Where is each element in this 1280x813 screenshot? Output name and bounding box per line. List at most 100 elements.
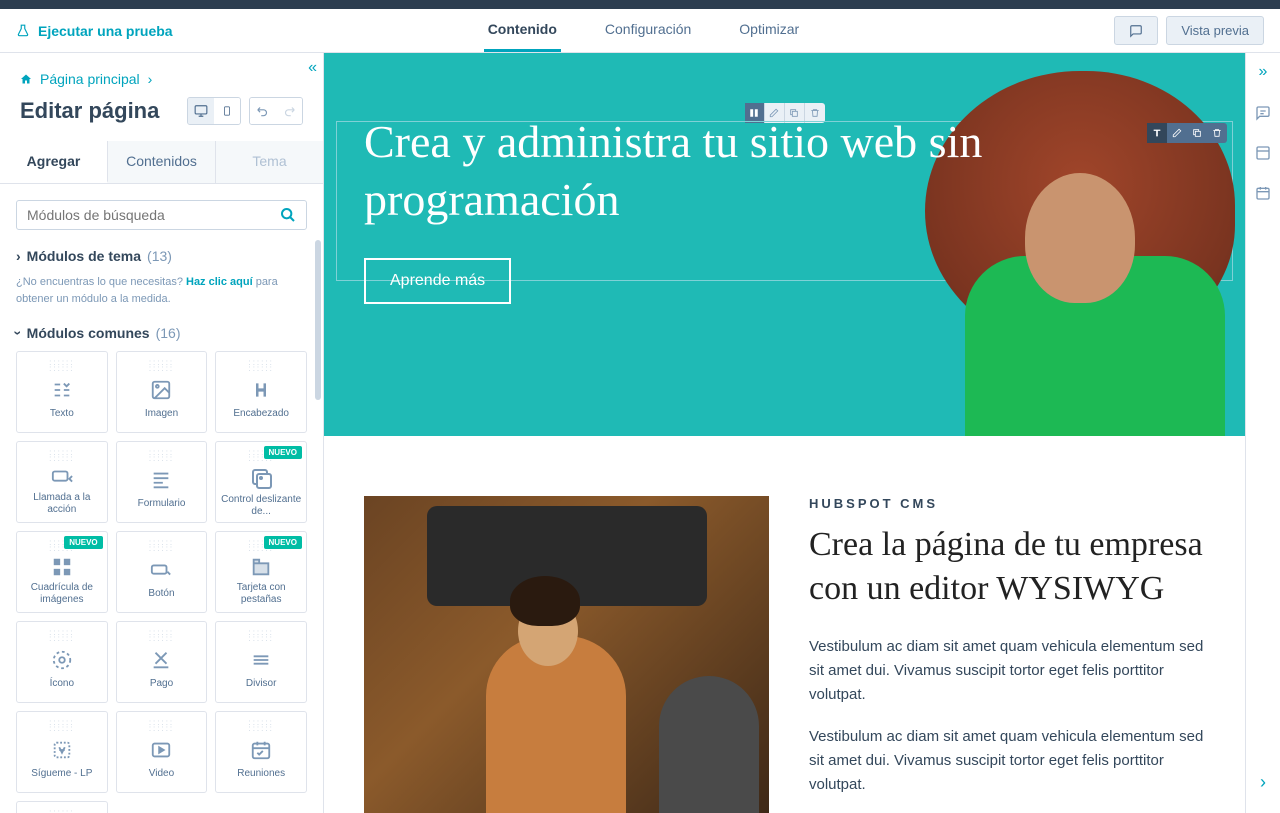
eyebrow: HUBSPOT CMS xyxy=(809,496,1205,511)
desktop-view-button[interactable] xyxy=(188,98,214,124)
run-test-link[interactable]: Ejecutar una prueba xyxy=(16,23,173,39)
new-badge: NUEVO xyxy=(264,536,302,549)
module-label: Texto xyxy=(50,408,74,420)
tab-contenido[interactable]: Contenido xyxy=(484,9,561,52)
module-card[interactable]: :::::::::::: Sígueme - LP xyxy=(16,711,108,793)
theme-modules-label: Módulos de tema xyxy=(27,248,141,264)
run-test-label: Ejecutar una prueba xyxy=(38,23,173,39)
module-icon xyxy=(48,646,76,674)
module-icon xyxy=(147,736,175,764)
drag-handle-icon: :::::::::::: xyxy=(248,630,273,642)
comment-icon[interactable] xyxy=(1255,105,1271,121)
redo-button[interactable] xyxy=(276,98,302,124)
module-label: Cuadrícula de imágenes xyxy=(21,582,103,606)
module-card[interactable]: :::::::::::: Divisor xyxy=(215,621,307,703)
tab-configuracion[interactable]: Configuración xyxy=(601,9,695,52)
hero-title[interactable]: Crea y administra tu sitio web sin progr… xyxy=(364,113,1004,228)
tab-agregar[interactable]: Agregar xyxy=(0,141,108,183)
module-icon xyxy=(147,466,175,494)
breadcrumb[interactable]: Página principal › xyxy=(0,53,323,87)
module-label: Tarjeta con pestañas xyxy=(220,582,302,606)
theme-modules-header[interactable]: › Módulos de tema (13) xyxy=(16,248,307,264)
tab-contenidos[interactable]: Contenidos xyxy=(108,141,216,183)
module-label: Imagen xyxy=(145,408,178,420)
preview-button[interactable]: Vista previa xyxy=(1166,16,1264,45)
module-card[interactable]: :::::::::::: Imagen xyxy=(116,351,208,433)
device-toggle xyxy=(187,97,241,125)
module-icon xyxy=(247,646,275,674)
module-icon xyxy=(48,376,76,404)
chevron-right-icon: › xyxy=(148,71,153,87)
header: Ejecutar una prueba Contenido Configurac… xyxy=(0,9,1280,53)
module-card[interactable]: :::::::::::: xyxy=(16,801,108,813)
sidebar: « Página principal › Editar página Agreg… xyxy=(0,53,324,813)
module-card[interactable]: :::::::::::: Texto xyxy=(16,351,108,433)
helper-text: ¿No encuentras lo que necesitas? Haz cli… xyxy=(16,274,307,307)
chat-icon xyxy=(1129,24,1143,38)
drag-handle-icon: :::::::::::: xyxy=(149,630,174,642)
common-modules-header[interactable]: › Módulos comunes (16) xyxy=(16,325,307,341)
module-label: Formulario xyxy=(138,498,186,510)
module-card[interactable]: :::::::::::: Botón xyxy=(116,531,208,613)
drag-handle-icon: :::::::::::: xyxy=(149,450,174,462)
hero-image xyxy=(905,53,1245,436)
module-card[interactable]: :::::::::::: Formulario xyxy=(116,441,208,523)
drag-handle-icon: :::::::::::: xyxy=(149,720,174,732)
canvas[interactable]: Crea y administra tu sitio web sin progr… xyxy=(324,53,1245,813)
search-input[interactable] xyxy=(27,207,280,223)
layout-icon[interactable] xyxy=(1255,145,1271,161)
rail-next-icon[interactable]: › xyxy=(1260,772,1266,793)
module-card[interactable]: :::::::::::: Reuniones xyxy=(215,711,307,793)
module-card[interactable]: :::::::::::: Tarjeta con pestañas NUEVO xyxy=(215,531,307,613)
undo-redo-group xyxy=(249,97,303,125)
module-icon xyxy=(147,376,175,404)
module-card[interactable]: :::::::::::: Control deslizante de... NU… xyxy=(215,441,307,523)
edit-element-tool[interactable] xyxy=(1167,123,1187,143)
text-tool[interactable] xyxy=(1147,123,1167,143)
content-section[interactable]: HUBSPOT CMS Crea la página de tu empresa… xyxy=(324,436,1245,813)
mobile-icon xyxy=(222,104,232,118)
module-label: Video xyxy=(149,768,174,780)
undo-button[interactable] xyxy=(250,98,276,124)
tab-optimizar[interactable]: Optimizar xyxy=(735,9,803,52)
calendar-icon[interactable] xyxy=(1255,185,1271,201)
mobile-view-button[interactable] xyxy=(214,98,240,124)
undo-icon xyxy=(256,104,270,118)
tab-tema[interactable]: Tema xyxy=(216,141,323,183)
drag-handle-icon: :::::::::::: xyxy=(49,360,74,372)
hero-section[interactable]: Crea y administra tu sitio web sin progr… xyxy=(324,53,1245,436)
new-badge: NUEVO xyxy=(264,446,302,459)
module-label: Encabezado xyxy=(233,408,289,420)
content-paragraph[interactable]: Vestibulum ac diam sit amet quam vehicul… xyxy=(809,725,1205,797)
chevron-down-icon: › xyxy=(10,331,26,336)
chat-button[interactable] xyxy=(1114,16,1158,45)
hero-cta-button[interactable]: Aprende más xyxy=(364,258,511,304)
desktop-icon xyxy=(194,104,208,118)
pencil-icon xyxy=(1172,128,1182,138)
module-icon xyxy=(48,556,76,578)
module-card[interactable]: :::::::::::: Cuadrícula de imágenes NUEV… xyxy=(16,531,108,613)
module-card[interactable]: :::::::::::: Encabezado xyxy=(215,351,307,433)
module-label: Botón xyxy=(148,588,174,600)
scrollbar[interactable] xyxy=(315,240,321,400)
text-icon xyxy=(1152,128,1162,138)
module-card[interactable]: :::::::::::: Ícono xyxy=(16,621,108,703)
module-label: Llamada a la acción xyxy=(21,492,103,516)
module-label: Divisor xyxy=(246,678,277,690)
module-card[interactable]: :::::::::::: Video xyxy=(116,711,208,793)
expand-rail-icon[interactable]: » xyxy=(1259,63,1268,81)
element-toolbar xyxy=(1147,123,1227,143)
module-card[interactable]: :::::::::::: Pago xyxy=(116,621,208,703)
helper-link[interactable]: Haz clic aquí xyxy=(186,276,253,288)
module-card[interactable]: :::::::::::: Llamada a la acción xyxy=(16,441,108,523)
drag-handle-icon: :::::::::::: xyxy=(248,360,273,372)
delete-element-tool[interactable] xyxy=(1207,123,1227,143)
drag-handle-icon: :::::::::::: xyxy=(49,630,74,642)
content-image xyxy=(364,496,769,813)
content-title[interactable]: Crea la página de tu empresa con un edit… xyxy=(809,523,1205,611)
search-modules[interactable] xyxy=(16,200,307,230)
collapse-sidebar-icon[interactable]: « xyxy=(308,59,317,77)
copy-element-tool[interactable] xyxy=(1187,123,1207,143)
home-icon xyxy=(20,73,32,85)
content-paragraph[interactable]: Vestibulum ac diam sit amet quam vehicul… xyxy=(809,635,1205,707)
